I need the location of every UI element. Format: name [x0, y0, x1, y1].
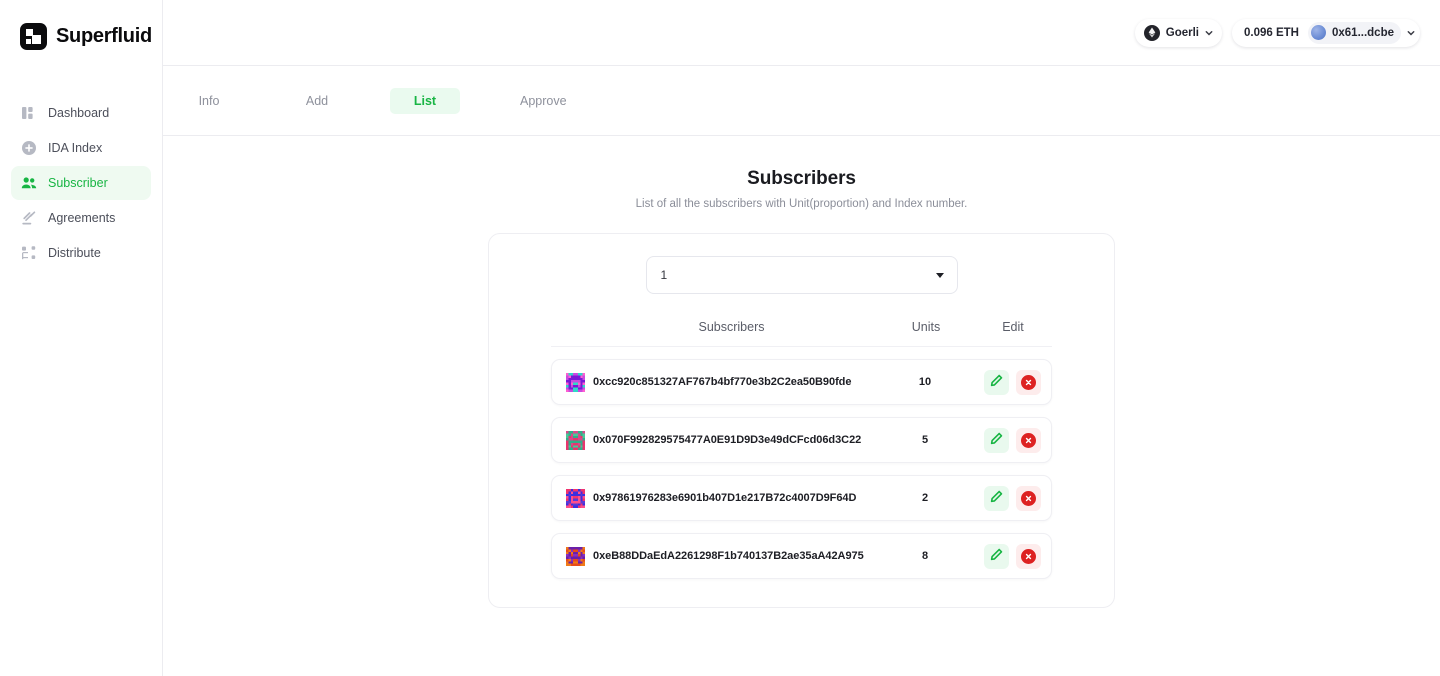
delete-subscriber-button[interactable] — [1015, 543, 1041, 569]
index-select-value: 1 — [660, 268, 668, 282]
edit-subscriber-button[interactable] — [983, 427, 1009, 453]
page-title: Subscribers — [747, 168, 856, 189]
pencil-icon — [990, 374, 1003, 390]
row-actions — [973, 485, 1051, 511]
subscriber-cell: 0xcc920c851327AF767b4bf770e3b2C2ea50B90f… — [566, 372, 877, 392]
eth-balance: 0.096 ETH — [1244, 26, 1299, 39]
account-address: 0x61...dcbe — [1331, 26, 1394, 39]
subscriber-cell: 0xeB88DDaEdA2261298F1b740137B2ae35aA42A9… — [566, 546, 877, 566]
account-pill[interactable]: 0.096 ETH 0x61...dcbe — [1232, 18, 1420, 47]
sidebar: Superfluid Dashboard IDA Index Subscribe… — [0, 0, 163, 676]
units-value: 2 — [921, 492, 929, 504]
superfluid-logo-icon — [20, 22, 47, 50]
dashboard-icon — [21, 105, 37, 121]
sidebar-item-label: Agreements — [48, 211, 116, 225]
gavel-icon — [21, 210, 37, 226]
app-root: Superfluid Dashboard IDA Index Subscribe… — [0, 0, 1440, 676]
wallet-controls: Goerli 0.096 ETH 0x61...dcbe — [1134, 18, 1420, 47]
subscribers-card: 1 Subscribers Units Edit 0xcc920c851327A… — [488, 233, 1115, 608]
delete-circle-icon — [1020, 432, 1036, 448]
edit-subscriber-button[interactable] — [983, 485, 1009, 511]
row-actions — [973, 369, 1051, 395]
main-content: Goerli 0.096 ETH 0x61...dcbe Info Add Li… — [163, 0, 1440, 676]
sidebar-item-label: Dashboard — [48, 106, 110, 120]
sidebar-nav: Dashboard IDA Index Subscriber Agreement… — [0, 96, 162, 270]
table-row: 0x070F992829575477A0E91D9D3e49dCFcd06d3C… — [551, 417, 1052, 463]
sidebar-item-label: Subscriber — [48, 176, 108, 190]
sidebar-item-ida-index[interactable]: IDA Index — [11, 131, 151, 165]
sidebar-item-agreements[interactable]: Agreements — [11, 201, 151, 235]
delete-circle-icon — [1020, 548, 1036, 564]
sidebar-item-label: IDA Index — [48, 141, 103, 155]
subscriber-address: 0x97861976283e6901b407D1e217B72c4007D9F6… — [593, 492, 857, 504]
network-label: Goerli — [1165, 26, 1199, 39]
delete-circle-icon — [1020, 490, 1036, 506]
edit-subscriber-button[interactable] — [983, 543, 1009, 569]
subscriber-address: 0x070F992829575477A0E91D9D3e49dCFcd06d3C… — [593, 434, 862, 446]
subscriber-cell: 0x97861976283e6901b407D1e217B72c4007D9F6… — [566, 488, 877, 508]
table-row: 0xcc920c851327AF767b4bf770e3b2C2ea50B90f… — [551, 359, 1052, 405]
units-value: 10 — [918, 376, 932, 388]
pencil-icon — [990, 432, 1003, 448]
network-selector[interactable]: Goerli — [1134, 18, 1222, 47]
subscriber-address: 0xcc920c851327AF767b4bf770e3b2C2ea50B90f… — [593, 376, 852, 388]
tab-list[interactable]: List — [390, 87, 460, 114]
delete-subscriber-button[interactable] — [1015, 427, 1041, 453]
units-value: 5 — [921, 434, 929, 446]
sidebar-item-distribute[interactable]: Distribute — [11, 236, 151, 270]
pencil-icon — [990, 548, 1003, 564]
chevron-down-icon — [1407, 30, 1415, 35]
units-value: 8 — [921, 550, 929, 562]
table-body: 0xcc920c851327AF767b4bf770e3b2C2ea50B90f… — [551, 359, 1052, 579]
chevron-down-icon — [1205, 30, 1213, 35]
tab-info[interactable]: Info — [174, 88, 244, 114]
table-row: 0xeB88DDaEdA2261298F1b740137B2ae35aA42A9… — [551, 533, 1052, 579]
delete-subscriber-button[interactable] — [1015, 369, 1041, 395]
caret-down-icon — [935, 272, 944, 278]
delete-circle-icon — [1020, 374, 1036, 390]
plus-circle-icon — [21, 140, 37, 156]
account-chip[interactable]: 0x61...dcbe — [1307, 21, 1401, 44]
tab-approve[interactable]: Approve — [498, 88, 589, 114]
page-header: Subscribers List of all the subscribers … — [163, 136, 1440, 210]
index-select-wrap: 1 — [489, 256, 1114, 294]
sitemap-icon — [21, 245, 37, 261]
subscribers-table: Subscribers Units Edit 0xcc920c851327AF7… — [489, 320, 1114, 579]
ethereum-icon — [1143, 24, 1160, 41]
tab-bar: Info Add List Approve — [163, 66, 1440, 136]
row-actions — [973, 427, 1051, 453]
identicon-icon — [566, 488, 585, 508]
people-icon — [21, 175, 37, 191]
edit-subscriber-button[interactable] — [983, 369, 1009, 395]
topbar: Goerli 0.096 ETH 0x61...dcbe — [163, 0, 1440, 66]
index-select[interactable]: 1 — [645, 256, 958, 294]
row-actions — [973, 543, 1051, 569]
page-subtitle: List of all the subscribers with Unit(pr… — [635, 198, 968, 210]
table-row: 0x97861976283e6901b407D1e217B72c4007D9F6… — [551, 475, 1052, 521]
sidebar-item-subscriber[interactable]: Subscriber — [11, 166, 151, 200]
identicon-icon — [566, 430, 585, 450]
subscriber-cell: 0x070F992829575477A0E91D9D3e49dCFcd06d3C… — [566, 430, 877, 450]
brand-name: Superfluid — [56, 24, 152, 47]
account-avatar — [1310, 25, 1326, 40]
pencil-icon — [990, 490, 1003, 506]
sidebar-item-dashboard[interactable]: Dashboard — [11, 96, 151, 130]
brand[interactable]: Superfluid — [0, 0, 162, 56]
identicon-icon — [566, 546, 585, 566]
column-header-subscribers: Subscribers — [698, 320, 765, 334]
sidebar-item-label: Distribute — [48, 246, 101, 260]
identicon-icon — [566, 372, 585, 392]
table-header-row: Subscribers Units Edit — [551, 320, 1052, 347]
column-header-edit: Edit — [1002, 320, 1024, 334]
tab-add[interactable]: Add — [282, 88, 352, 114]
column-header-units: Units — [911, 320, 941, 334]
delete-subscriber-button[interactable] — [1015, 485, 1041, 511]
subscriber-address: 0xeB88DDaEdA2261298F1b740137B2ae35aA42A9… — [593, 550, 864, 562]
